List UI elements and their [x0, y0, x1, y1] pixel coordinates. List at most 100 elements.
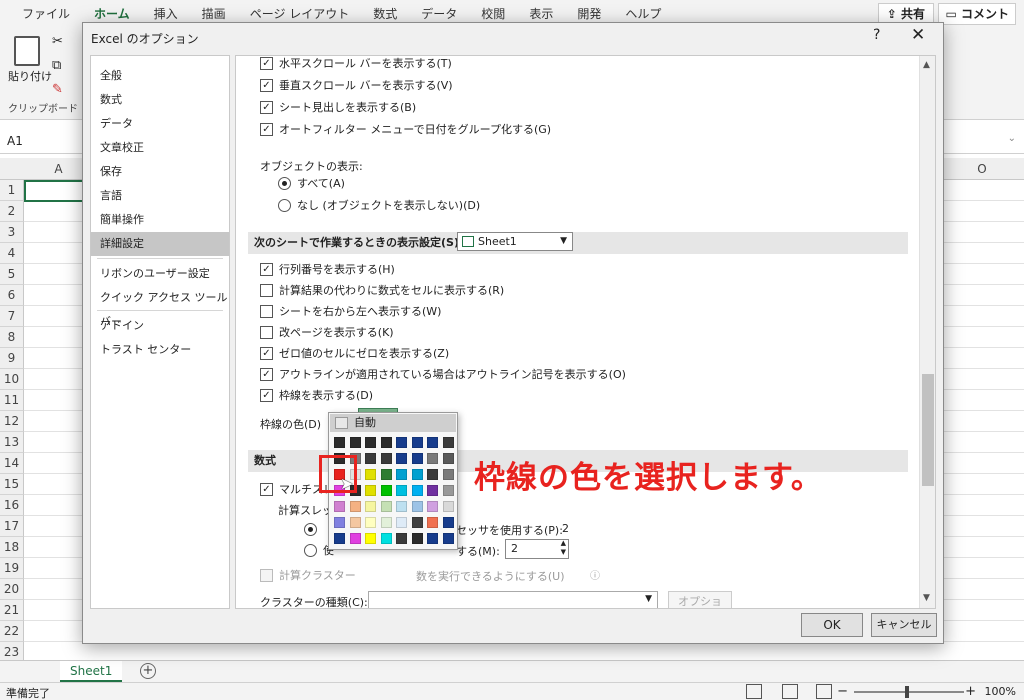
nav-item[interactable]: 文章校正: [91, 136, 229, 160]
row-header[interactable]: 16: [0, 495, 24, 516]
cluster-type-select[interactable]: ▼: [368, 591, 658, 608]
option-checkbox[interactable]: [260, 325, 273, 339]
color-swatch[interactable]: [442, 533, 454, 544]
close-icon[interactable]: ✕: [911, 25, 925, 45]
nav-item[interactable]: 保存: [91, 160, 229, 184]
option-checkbox[interactable]: ✓: [260, 367, 273, 381]
chevron-down-icon[interactable]: ⌄: [1008, 133, 1016, 144]
use-all-processors-option[interactable]: [304, 520, 323, 538]
color-swatch[interactable]: [380, 437, 392, 448]
color-swatch[interactable]: [411, 469, 423, 480]
color-swatch[interactable]: [365, 501, 376, 512]
zoom-out-icon[interactable]: −: [837, 684, 848, 699]
objects-radio-option[interactable]: なし (オブジェクトを表示しない)(D): [278, 196, 480, 214]
color-swatch[interactable]: [349, 533, 361, 544]
sheet-tab-sheet1[interactable]: Sheet1: [60, 661, 123, 682]
nav-item[interactable]: 全般: [91, 64, 229, 88]
chevron-down-icon[interactable]: ▼: [645, 594, 652, 604]
color-swatch[interactable]: [411, 453, 423, 464]
nav-item[interactable]: クイック アクセス ツール バー: [91, 286, 229, 328]
nav-item[interactable]: 言語: [91, 184, 229, 208]
objects-radio[interactable]: [278, 176, 291, 190]
row-header[interactable]: 15: [0, 474, 24, 495]
option-row[interactable]: ✓ オートフィルター メニューで日付をグループ化する(G): [260, 120, 551, 138]
color-swatch[interactable]: [442, 437, 454, 448]
color-swatch[interactable]: [427, 485, 438, 496]
color-swatch[interactable]: [442, 453, 454, 464]
option-row[interactable]: ✓ シート見出しを表示する(B): [260, 98, 416, 116]
stepper-arrows-icon[interactable]: ▲ ▼: [561, 539, 566, 557]
option-row[interactable]: シートを右から左へ表示する(W): [260, 302, 441, 320]
vertical-scrollbar[interactable]: ▲ ▼: [919, 56, 935, 608]
option-checkbox[interactable]: [260, 304, 273, 318]
option-row[interactable]: ✓ 垂直スクロール バーを表示する(V): [260, 76, 453, 94]
zoom-level[interactable]: 100%: [985, 685, 1016, 698]
option-checkbox[interactable]: ✓: [260, 122, 273, 136]
color-swatch[interactable]: [442, 517, 454, 528]
color-swatch[interactable]: [349, 501, 361, 512]
row-header[interactable]: 3: [0, 222, 24, 243]
row-header[interactable]: 1: [0, 180, 24, 201]
color-swatch[interactable]: [334, 533, 345, 544]
color-swatch[interactable]: [396, 501, 407, 512]
color-swatch[interactable]: [427, 437, 438, 448]
multithread-checkbox[interactable]: ✓: [260, 482, 273, 496]
row-header[interactable]: 21: [0, 600, 24, 621]
comment-button[interactable]: ▭ コメント: [938, 3, 1016, 25]
color-swatch[interactable]: [442, 501, 454, 512]
color-swatch[interactable]: [396, 437, 407, 448]
option-checkbox[interactable]: [260, 283, 273, 297]
nav-item[interactable]: 数式: [91, 88, 229, 112]
page-break-view-icon[interactable]: [816, 684, 832, 699]
option-row[interactable]: 改ページを表示する(K): [260, 323, 394, 341]
scroll-down-icon[interactable]: ▼: [923, 593, 930, 603]
color-swatch[interactable]: [334, 437, 345, 448]
option-checkbox[interactable]: ✓: [260, 56, 273, 70]
format-painter-icon[interactable]: ✎: [52, 82, 63, 97]
add-sheet-icon[interactable]: +: [140, 663, 156, 679]
ribbon-tab[interactable]: ファイル: [10, 0, 82, 28]
paste-icon[interactable]: [14, 36, 40, 66]
name-box[interactable]: A1: [4, 131, 74, 151]
option-checkbox[interactable]: ✓: [260, 262, 273, 276]
color-swatch[interactable]: [427, 501, 438, 512]
color-swatch[interactable]: [380, 533, 392, 544]
color-swatch[interactable]: [380, 485, 392, 496]
scissors-icon[interactable]: ✂: [52, 34, 63, 49]
nav-item[interactable]: アドイン: [91, 314, 229, 338]
nav-item[interactable]: リボンのユーザー設定: [91, 262, 229, 286]
chevron-down-icon[interactable]: ▼: [560, 233, 567, 250]
paste-label[interactable]: 貼り付け: [8, 68, 52, 84]
option-checkbox[interactable]: ✓: [260, 78, 273, 92]
color-swatch[interactable]: [365, 453, 376, 464]
color-swatch[interactable]: [365, 533, 376, 544]
row-header[interactable]: 7: [0, 306, 24, 327]
manual-threads-stepper[interactable]: 2 ▲ ▼: [505, 539, 569, 559]
color-swatch[interactable]: [365, 437, 376, 448]
color-swatch[interactable]: [365, 517, 376, 528]
option-row[interactable]: ✓ ゼロ値のセルにゼロを表示する(Z): [260, 344, 449, 362]
color-swatch[interactable]: [411, 517, 423, 528]
color-swatch[interactable]: [442, 469, 454, 480]
color-swatch[interactable]: [349, 437, 361, 448]
color-swatch[interactable]: [442, 485, 454, 496]
help-icon[interactable]: ?: [873, 27, 880, 43]
color-swatch[interactable]: [365, 485, 376, 496]
zoom-in-icon[interactable]: +: [965, 684, 976, 699]
column-header-o[interactable]: O: [940, 158, 1024, 180]
color-swatch[interactable]: [427, 517, 438, 528]
row-header[interactable]: 14: [0, 453, 24, 474]
option-row[interactable]: ✓ 水平スクロール バーを表示する(T): [260, 56, 452, 72]
color-swatch[interactable]: [380, 517, 392, 528]
row-header[interactable]: 19: [0, 558, 24, 579]
use-all-processors-radio[interactable]: [304, 522, 317, 536]
color-swatch[interactable]: [349, 517, 361, 528]
row-header[interactable]: 8: [0, 327, 24, 348]
row-header[interactable]: 13: [0, 432, 24, 453]
row-header[interactable]: 22: [0, 621, 24, 642]
option-checkbox[interactable]: ✓: [260, 100, 273, 114]
color-swatch[interactable]: [396, 485, 407, 496]
row-header[interactable]: 9: [0, 348, 24, 369]
option-row[interactable]: ✓ 行列番号を表示する(H): [260, 260, 395, 278]
nav-item[interactable]: トラスト センター: [91, 338, 229, 362]
